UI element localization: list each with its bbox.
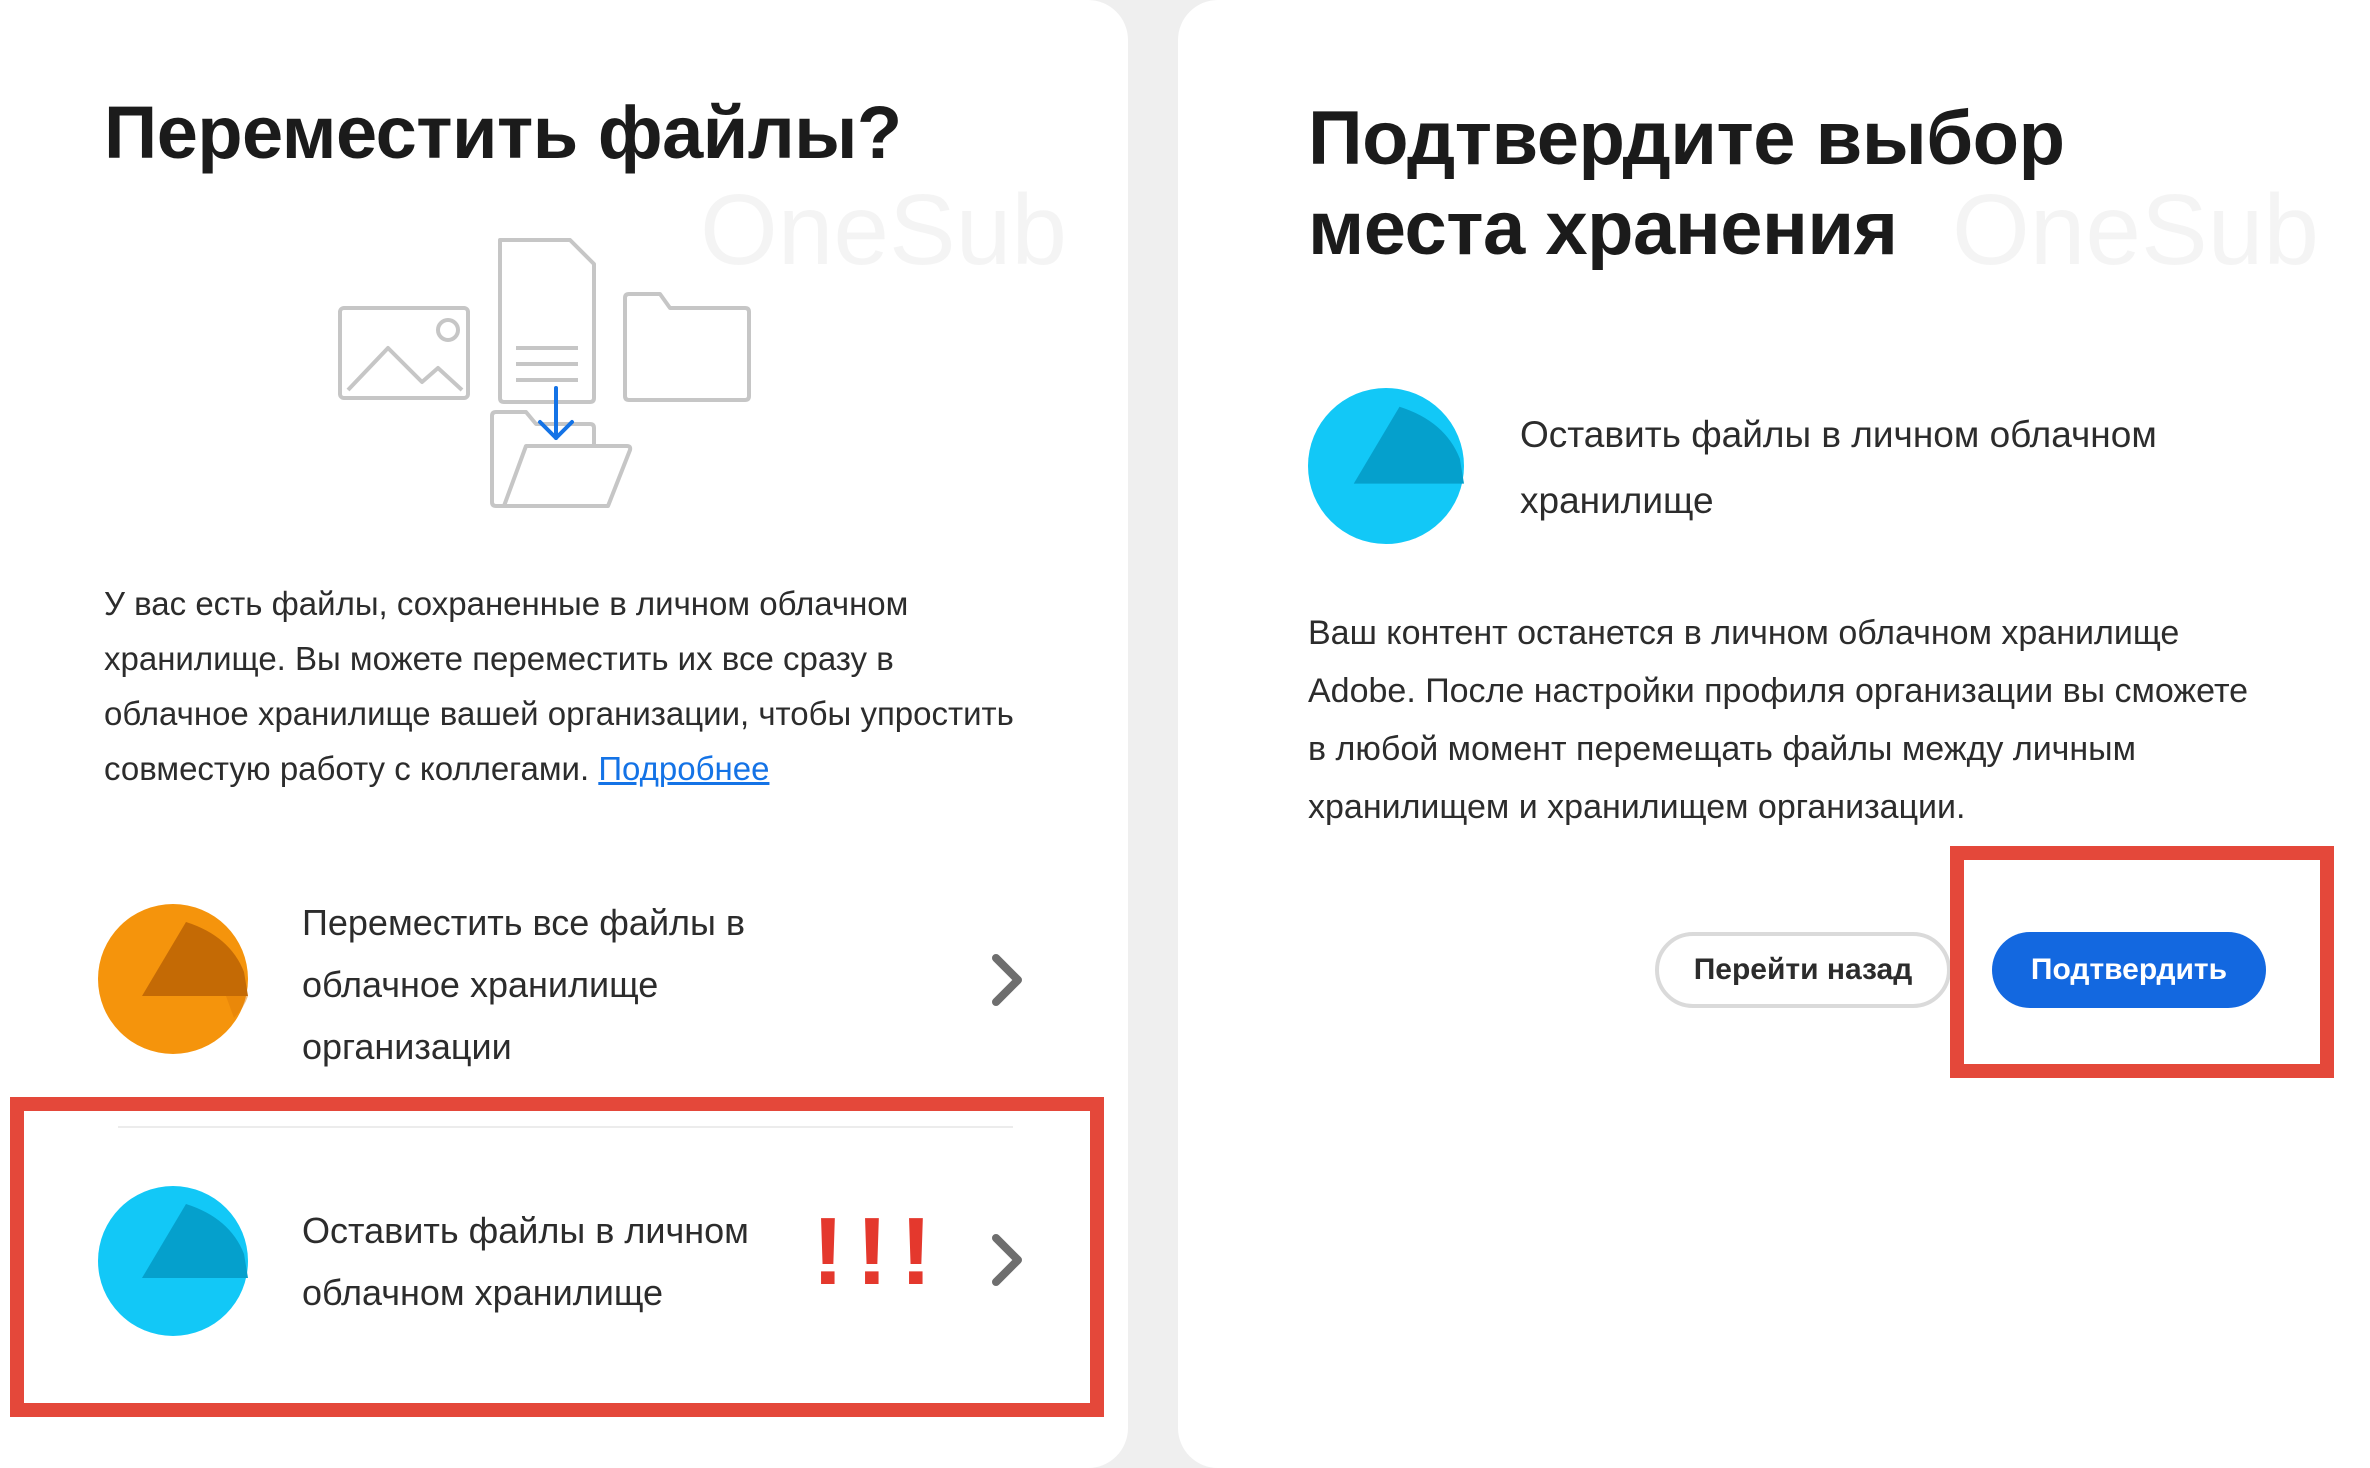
open-folder-icon xyxy=(490,410,633,508)
selected-option-label: Оставить файлы в личном облачном хранили… xyxy=(1520,414,2157,521)
confirm-title-line-1: Подтвердите выбор xyxy=(1308,96,2065,181)
confirm-title: Подтвердите выбор места хранения xyxy=(1308,94,2208,274)
confirm-description: Ваш контент останется в личном облачном … xyxy=(1308,614,2249,826)
option-label: Переместить все файлы в облачное хранили… xyxy=(302,902,746,1067)
personal-cloud-icon xyxy=(98,1186,248,1336)
folder-icon xyxy=(623,292,751,402)
image-file-icon xyxy=(338,306,470,400)
page-title: Переместить файлы? xyxy=(104,91,902,174)
back-button[interactable]: Перейти назад xyxy=(1655,932,1951,1008)
exclamation-annotation: !!! xyxy=(812,1198,944,1305)
download-arrow-icon xyxy=(538,386,574,440)
chevron-right-icon xyxy=(992,1234,1022,1286)
chevron-right-icon xyxy=(992,954,1022,1006)
personal-cloud-icon xyxy=(1308,388,1464,544)
files-illustration xyxy=(338,238,751,508)
confirm-title-line-2: места хранения xyxy=(1308,186,1898,271)
document-icon xyxy=(498,238,596,404)
org-cloud-icon xyxy=(98,904,248,1054)
move-files-description: У вас есть файлы, сохраненные в личном о… xyxy=(104,576,1024,796)
confirm-button[interactable]: Подтвердить xyxy=(1992,932,2266,1008)
options-divider xyxy=(118,1126,1013,1128)
option-keep-personal[interactable]: Оставить файлы в личном облачном хранили… xyxy=(0,1130,1128,1390)
option-move-to-org[interactable]: Переместить все файлы в облачное хранили… xyxy=(0,880,1128,1080)
learn-more-link[interactable]: Подробнее xyxy=(598,750,769,787)
description-text: У вас есть файлы, сохраненные в личном о… xyxy=(104,585,1014,787)
move-files-panel: OneSub Переместить файлы? xyxy=(0,0,1128,1468)
option-label: Оставить файлы в личном облачном хранили… xyxy=(302,1210,749,1313)
